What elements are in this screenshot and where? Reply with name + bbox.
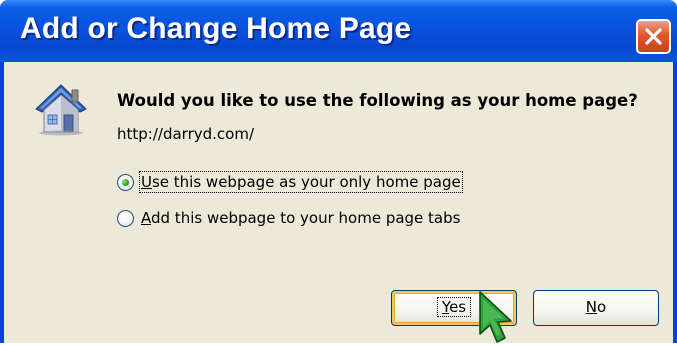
- option-add-to-tabs-label[interactable]: Add this webpage to your home page tabs: [140, 208, 461, 228]
- home-page-url: http://darryd.com/: [117, 125, 254, 143]
- house-icon: [35, 84, 87, 136]
- no-button-label: No: [585, 298, 607, 316]
- option-only-home-page-label[interactable]: Use this webpage as your only home page: [139, 171, 463, 193]
- window-title: Add or Change Home Page: [20, 12, 412, 45]
- dialog-body: Would you like to use the following as y…: [4, 62, 673, 343]
- title-bar[interactable]: Add or Change Home Page: [0, 0, 677, 62]
- radio-add-to-tabs[interactable]: [117, 210, 134, 227]
- dialog-window: Add or Change Home Page Would you like t…: [0, 0, 677, 343]
- radio-only-home-page[interactable]: [117, 174, 134, 191]
- close-button[interactable]: [636, 19, 671, 54]
- radio-selected-dot: [122, 179, 129, 186]
- close-icon: [645, 28, 662, 45]
- prompt-question: Would you like to use the following as y…: [117, 91, 638, 110]
- no-button[interactable]: No: [533, 290, 659, 326]
- mouse-pointer-icon: [479, 291, 512, 343]
- yes-button-label: Yes: [436, 297, 472, 317]
